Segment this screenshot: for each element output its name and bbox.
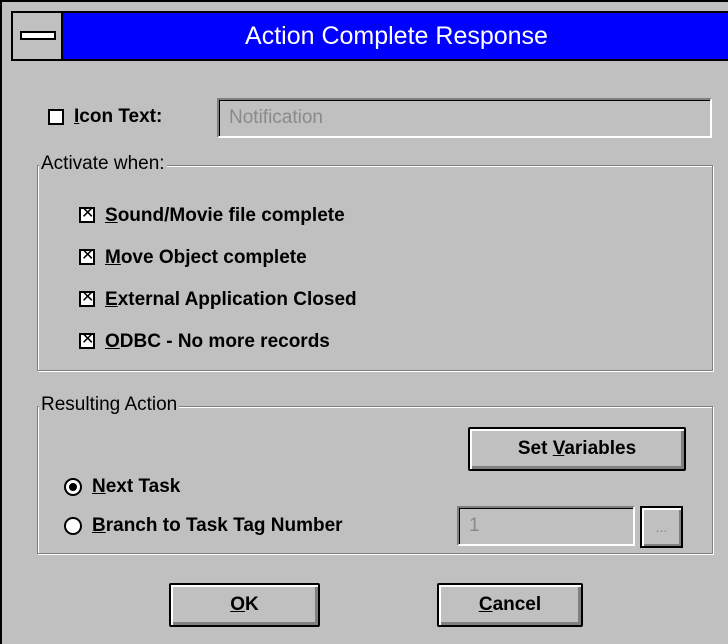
cancel-accel: C <box>478 594 493 615</box>
system-menu-icon <box>20 31 56 40</box>
check-mark-icon: ✕ <box>81 247 95 264</box>
external-app-accel: E <box>105 289 118 310</box>
radio-selected-dot <box>69 483 77 491</box>
browse-tag-button[interactable]: ... <box>640 506 683 548</box>
external-app-label-rest: xternal Application Closed <box>117 289 357 310</box>
ok-accel: O <box>230 594 246 615</box>
branch-to-task-radio[interactable] <box>64 517 82 535</box>
sound-movie-complete-checkbox[interactable]: ✕ <box>79 205 95 223</box>
check-mark-icon: ✕ <box>81 205 95 222</box>
move-object-complete-checkbox[interactable]: ✕ <box>79 247 95 265</box>
cancel-label-rest: ancel <box>492 594 542 615</box>
move-object-accel: M <box>105 247 121 268</box>
window-title: Action Complete Response <box>245 22 548 50</box>
odbc-label-rest: DBC - No more records <box>119 331 330 352</box>
next-task-label-rest: ext Task <box>105 476 181 497</box>
next-task-accel: N <box>92 476 106 497</box>
icon-text-checkbox[interactable] <box>48 109 64 125</box>
move-object-label-rest: ove Object complete <box>120 247 307 268</box>
branch-to-task-label: Branch to Task Tag Number <box>92 515 343 537</box>
set-variables-button[interactable]: Set Variables <box>468 427 686 471</box>
next-task-label: Next Task <box>92 476 180 498</box>
external-app-closed-label: External Application Closed <box>105 289 357 311</box>
next-task-radio[interactable] <box>64 478 82 496</box>
check-mark-icon: ✕ <box>81 289 95 306</box>
icon-text-label-rest: con Text: <box>79 106 163 127</box>
sound-movie-label-rest: ound/Movie file complete <box>117 205 345 226</box>
branch-to-task-label-rest: ranch to Task Tag Number <box>105 515 343 536</box>
set-variables-accel: V <box>552 438 565 459</box>
set-variables-label-rest: ariables <box>564 438 637 459</box>
odbc-no-more-records-label: ODBC - No more records <box>105 331 330 353</box>
odbc-accel: O <box>105 331 120 352</box>
cancel-button[interactable]: Cancel <box>437 583 583 627</box>
task-tag-number-input[interactable]: 1 <box>457 506 635 546</box>
system-menu-button[interactable] <box>13 13 63 59</box>
ok-button[interactable]: OK <box>169 583 320 627</box>
odbc-no-more-records-checkbox[interactable]: ✕ <box>79 331 95 349</box>
branch-to-task-accel: B <box>92 515 106 536</box>
move-object-complete-label: Move Object complete <box>105 247 307 269</box>
sound-movie-complete-label: Sound/Movie file complete <box>105 205 345 227</box>
set-variables-label-pre: Set <box>517 438 553 459</box>
activate-when-title: Activate when: <box>39 153 167 175</box>
check-mark-icon: ✕ <box>81 331 95 348</box>
ok-label-rest: K <box>245 594 259 615</box>
sound-movie-accel: S <box>105 205 118 226</box>
icon-text-input[interactable]: Notification <box>217 98 712 138</box>
title-bar: Action Complete Response <box>11 11 728 61</box>
resulting-action-title: Resulting Action <box>39 394 180 416</box>
icon-text-label: Icon Text: <box>74 106 162 128</box>
action-complete-response-dialog: Action Complete Response Icon Text: Noti… <box>0 0 728 644</box>
external-app-closed-checkbox[interactable]: ✕ <box>79 289 95 307</box>
